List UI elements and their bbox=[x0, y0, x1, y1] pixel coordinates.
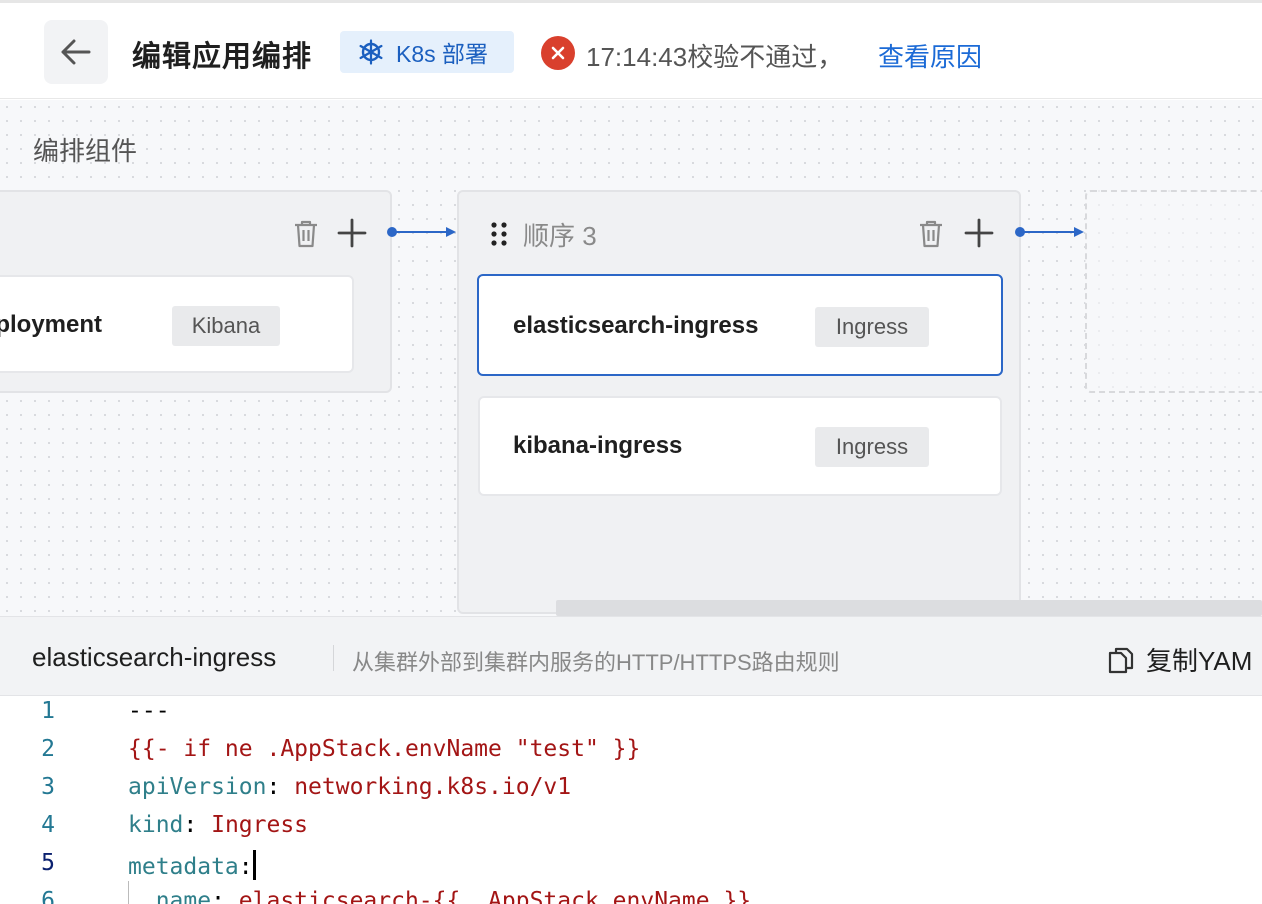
code-line: 5 metadata: bbox=[0, 850, 1262, 888]
selected-component-name: elasticsearch-ingress bbox=[32, 642, 277, 672]
component-type-tag: Ingress bbox=[815, 427, 929, 467]
page-header: 编辑应用编排 K8s 部署 17:14:43校验不通过， 查看原因 bbox=[0, 3, 1262, 99]
deploy-type-badge: K8s 部署 bbox=[340, 31, 514, 73]
component-description: 从集群外部到集群内服务的HTTP/HTTPS路由规则 bbox=[352, 650, 840, 675]
code-text: --- bbox=[128, 698, 170, 724]
page-title: 编辑应用编排 bbox=[132, 41, 313, 73]
drag-handle[interactable] bbox=[487, 218, 511, 250]
component-card[interactable]: eployment Kibana bbox=[0, 275, 354, 373]
line-number: 2 bbox=[41, 736, 55, 762]
stage-connector-arrow bbox=[387, 227, 456, 237]
line-number: 5 bbox=[41, 850, 55, 876]
line-number: 4 bbox=[41, 812, 55, 838]
yaml-key: name bbox=[155, 888, 212, 904]
error-icon bbox=[541, 36, 575, 70]
component-type-tag: Kibana bbox=[172, 306, 280, 346]
yaml-key: apiVersion bbox=[128, 774, 267, 800]
line-number: 3 bbox=[41, 774, 55, 800]
plus-icon bbox=[337, 218, 367, 248]
component-name: elasticsearch-ingress bbox=[513, 312, 759, 339]
delete-stage-button[interactable] bbox=[913, 216, 949, 252]
add-component-button[interactable] bbox=[334, 214, 370, 252]
component-detail-bar: elasticsearch-ingress 从集群外部到集群内服务的HTTP/H… bbox=[0, 616, 1262, 696]
yaml-value: Ingress bbox=[211, 812, 309, 838]
yaml-value: elasticsearch-{{ .AppStack.envName }} bbox=[238, 888, 752, 904]
code-line: 6 name: elasticsearch-{{ .AppStack.envNa… bbox=[0, 888, 1262, 904]
component-name: kibana-ingress bbox=[513, 432, 683, 459]
yaml-key: metadata bbox=[128, 854, 239, 880]
code-line: 2 {{- if ne .AppStack.envName "test" }} bbox=[0, 736, 1262, 774]
plus-icon bbox=[964, 218, 994, 248]
drag-dots-icon bbox=[491, 222, 507, 246]
stage-label: 顺序 3 bbox=[523, 221, 597, 251]
component-type-tag: Ingress bbox=[815, 307, 929, 347]
stage-column: eployment Kibana bbox=[0, 190, 392, 393]
orchestration-canvas: 编排组件 eployment Kibana bbox=[0, 100, 1262, 616]
divider bbox=[333, 645, 334, 671]
section-title: 编排组件 bbox=[33, 136, 138, 166]
view-reason-link[interactable]: 查看原因 bbox=[878, 37, 982, 74]
back-button[interactable] bbox=[44, 20, 108, 84]
trash-icon bbox=[920, 220, 942, 248]
badge-label: K8s 部署 bbox=[396, 41, 489, 67]
line-number: 6 bbox=[41, 888, 55, 904]
yaml-code-editor[interactable]: 1 --- 2 {{- if ne .AppStack.envName "tes… bbox=[0, 696, 1262, 904]
component-name: eployment bbox=[0, 311, 103, 338]
stage-connector-arrow bbox=[1015, 227, 1084, 237]
copy-icon bbox=[1108, 647, 1134, 673]
component-card[interactable]: elasticsearch-ingress Ingress bbox=[477, 274, 1003, 376]
delete-stage-button[interactable] bbox=[288, 216, 324, 252]
line-number: 1 bbox=[41, 698, 55, 724]
add-stage-placeholder[interactable] bbox=[1085, 190, 1262, 393]
yaml-key: kind bbox=[128, 812, 184, 838]
copy-yaml-button[interactable]: 复制YAM bbox=[1108, 641, 1252, 678]
add-component-button[interactable] bbox=[961, 214, 997, 252]
validation-status-text: 17:14:43校验不通过， bbox=[586, 42, 844, 72]
code-line: 1 --- bbox=[0, 698, 1262, 736]
arrow-left-icon bbox=[61, 39, 91, 65]
yaml-value: networking.k8s.io/v1 bbox=[294, 774, 572, 800]
copy-yaml-label: 复制YAM bbox=[1146, 646, 1253, 676]
code-text: {{- if ne .AppStack.envName "test" }} bbox=[128, 736, 641, 762]
text-cursor bbox=[252, 850, 256, 880]
code-line: 4 kind: Ingress bbox=[0, 812, 1262, 850]
kubernetes-wheel-icon bbox=[359, 39, 383, 65]
stage-column: 顺序 3 elasticsearch-ingress Ingress kiban… bbox=[457, 190, 1021, 614]
horizontal-scrollbar[interactable] bbox=[556, 600, 1262, 616]
trash-icon bbox=[295, 220, 317, 248]
component-card[interactable]: kibana-ingress Ingress bbox=[478, 396, 1002, 496]
code-line: 3 apiVersion: networking.k8s.io/v1 bbox=[0, 774, 1262, 812]
